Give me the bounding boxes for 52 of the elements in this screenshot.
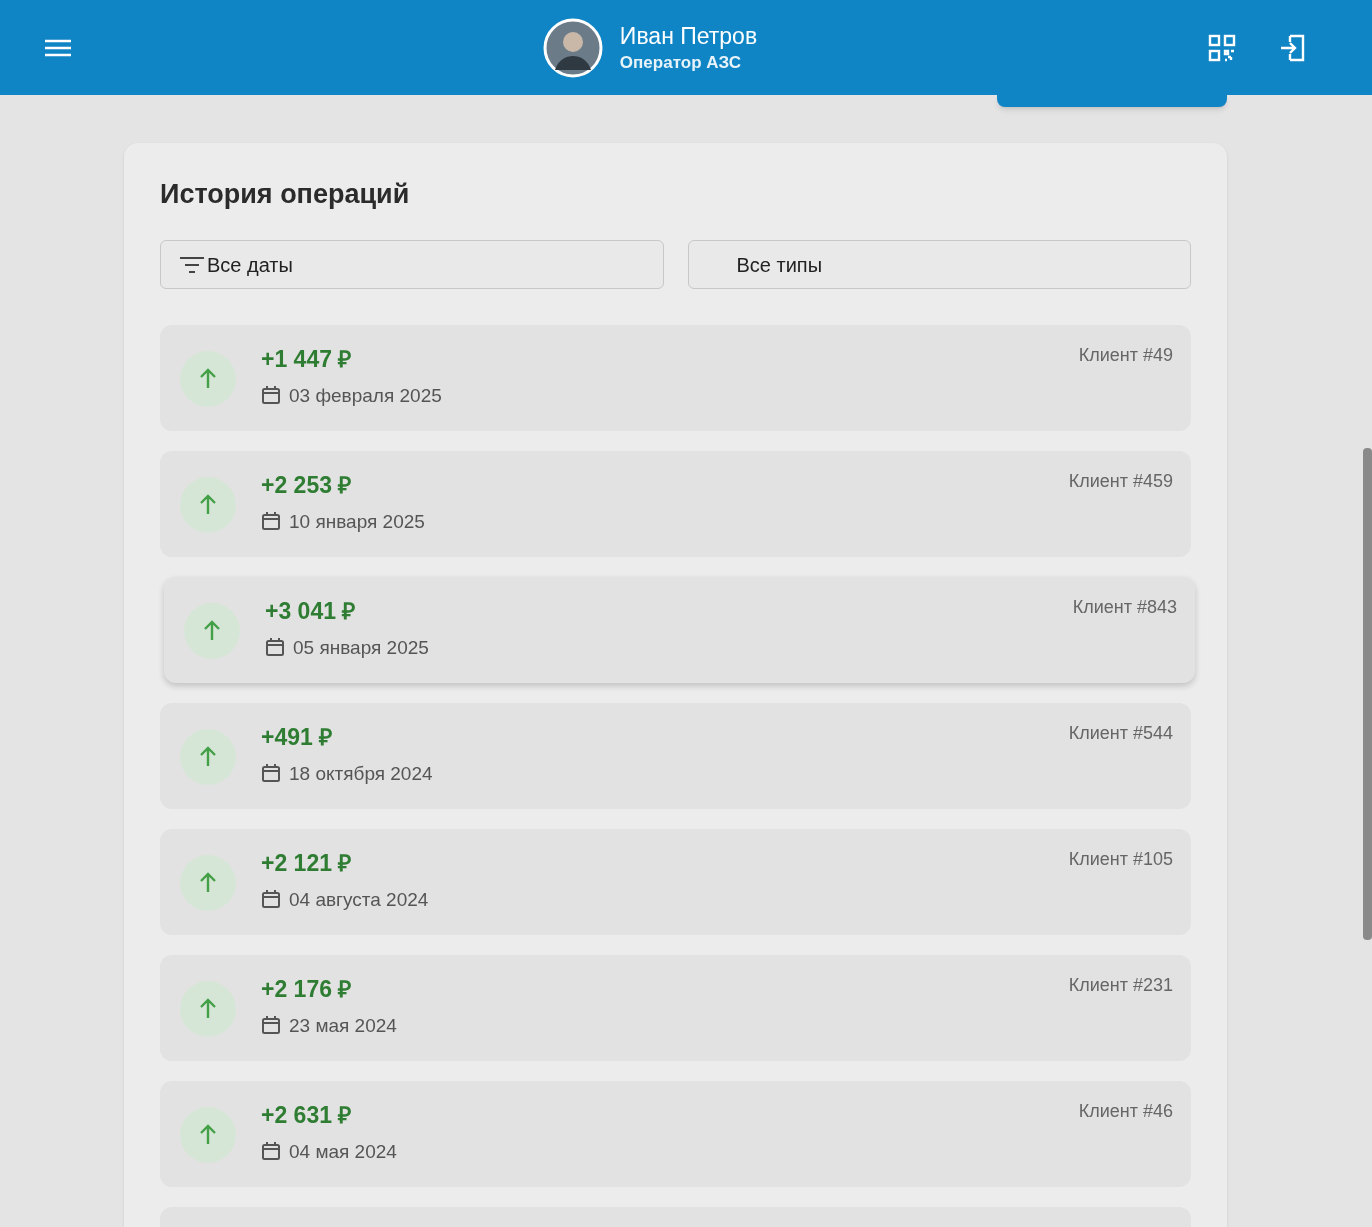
operation-date: 18 октября 2024 [289, 763, 433, 783]
operation-item[interactable]: +491 ₽ 18 октября 2024 Клиент #544 [160, 703, 1191, 809]
amount: +2 253 ₽ [261, 474, 353, 497]
amount: +2 176 ₽ [261, 978, 353, 1001]
client-label: Клиент #49 [1078, 346, 1173, 367]
client-label: Клиент #544 [1068, 724, 1173, 745]
operation-item[interactable]: +2 631 ₽ 04 мая 2024 Клиент #46 [160, 1081, 1191, 1187]
type-filter[interactable]: Все типы [687, 240, 1191, 289]
qr-code-icon[interactable] [1208, 33, 1236, 62]
operation-item[interactable]: +3 041 ₽ 05 января 2025 Клиент #843 [164, 577, 1195, 683]
arrow-up-icon [180, 855, 236, 911]
amount: +1 447 ₽ [261, 348, 353, 371]
calendar-icon [261, 1015, 281, 1035]
arrow-up-icon [180, 729, 236, 785]
amount: +2 631 ₽ [261, 1104, 353, 1127]
operation-date: 03 февраля 2025 [289, 385, 442, 405]
user-name: Иван Петров [619, 24, 758, 48]
operation-item[interactable]: +2 121 ₽ 04 августа 2024 Клиент #105 [160, 829, 1191, 935]
amount: +491 ₽ [261, 726, 334, 749]
section-title: История операций [160, 181, 411, 208]
calendar-icon [261, 889, 281, 909]
scrollbar-thumb[interactable] [1363, 448, 1372, 940]
menu-icon[interactable] [44, 37, 72, 58]
avatar [542, 17, 603, 78]
client-label: Клиент #459 [1068, 472, 1173, 493]
operation-date: 10 января 2025 [289, 511, 425, 531]
user-role: Оператор АЗС [619, 53, 743, 71]
operation-item[interactable]: +2 176 ₽ 23 мая 2024 Клиент #231 [160, 955, 1191, 1061]
arrow-up-icon [180, 1107, 236, 1163]
calendar-icon [265, 637, 285, 657]
arrow-up-icon [180, 351, 236, 407]
calendar-icon [261, 511, 281, 531]
client-label: Клиент #46 [1078, 1102, 1173, 1123]
calendar-icon [261, 1141, 281, 1161]
amount: +2 121 ₽ [261, 852, 353, 875]
date-filter[interactable]: Все даты [160, 240, 664, 289]
client-label: Клиент #231 [1068, 976, 1173, 997]
operation-item[interactable]: +1 447 ₽ 03 февраля 2025 Клиент #49 [160, 325, 1191, 431]
operation-date: 05 января 2025 [293, 637, 429, 657]
arrow-up-icon [180, 477, 236, 533]
calendar-icon [261, 385, 281, 405]
client-label: Клиент #843 [1072, 598, 1177, 619]
calendar-icon [261, 763, 281, 783]
filter-icon [179, 255, 205, 274]
arrow-up-icon [180, 981, 236, 1037]
operation-date: 04 августа 2024 [289, 889, 429, 909]
operation-date: 23 мая 2024 [289, 1015, 397, 1035]
operation-date: 04 мая 2024 [289, 1141, 397, 1161]
operation-item[interactable]: +2 253 ₽ 10 января 2025 Клиент #459 [160, 451, 1191, 557]
arrow-up-icon [184, 603, 240, 659]
amount: +3 041 ₽ [265, 600, 357, 623]
client-label: Клиент #105 [1068, 850, 1173, 871]
